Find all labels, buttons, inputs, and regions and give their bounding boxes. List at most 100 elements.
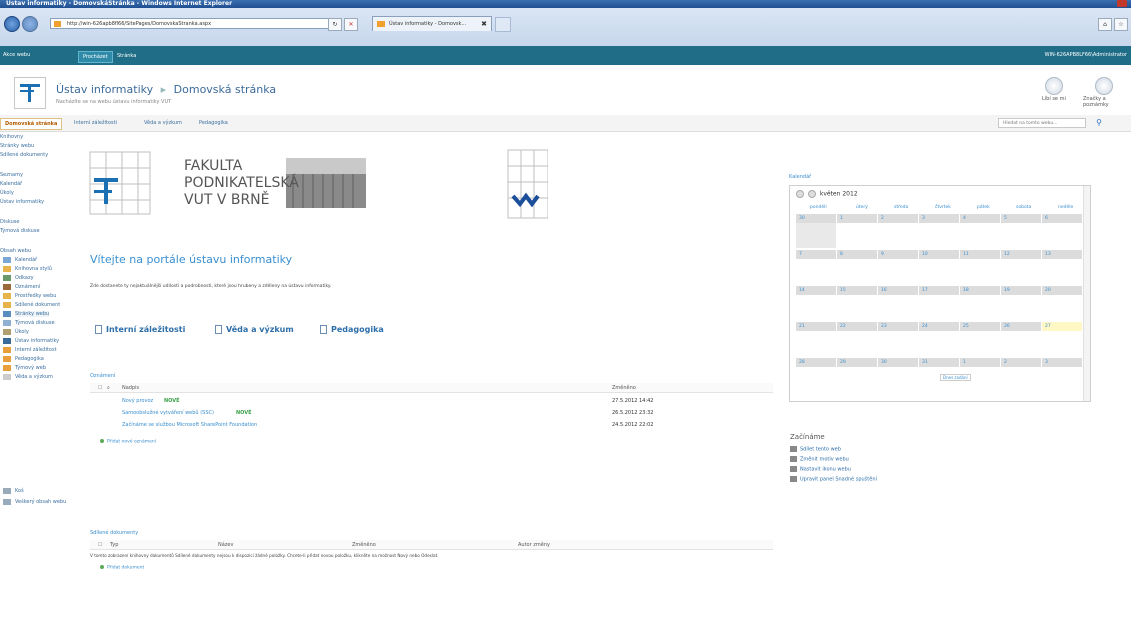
topnav-pedagogy[interactable]: Pedagogika [195, 118, 232, 128]
calendar-day[interactable]: 16 [878, 286, 918, 320]
nav-item[interactable]: Ústav informatiky [15, 338, 59, 344]
calendar-day-number[interactable]: 5 [1001, 214, 1041, 223]
calendar-day-number[interactable]: 22 [837, 322, 877, 331]
nav-item[interactable]: Sdílené dokumenty [0, 152, 48, 158]
calendar-day[interactable]: 9 [878, 250, 918, 284]
tags-notes-label[interactable]: Značky a poznámky [1083, 96, 1131, 108]
nav-item[interactable]: Úkoly [15, 329, 29, 335]
home-icon[interactable]: ⌂ [1098, 18, 1112, 31]
select-all-checkbox[interactable]: ☐ [98, 542, 102, 548]
tags-notes-icon[interactable] [1095, 77, 1113, 95]
search-icon[interactable]: ⚲ [1092, 117, 1106, 129]
calendar-day-body[interactable] [919, 259, 959, 284]
announcement-title[interactable]: Nový provoz [122, 398, 153, 404]
nav-item[interactable]: Sdílené dokument [15, 302, 60, 308]
col-modified[interactable]: Změněno [612, 385, 636, 391]
calendar-day[interactable]: 12 [1001, 250, 1041, 284]
select-all-checkbox[interactable]: ☐ [98, 385, 102, 391]
quicklink-pedagogy[interactable]: Pedagogika [320, 325, 384, 334]
calendar-day-number[interactable]: 30 [796, 214, 836, 223]
calendar-day[interactable]: 30 [796, 214, 836, 248]
calendar-day-number[interactable]: 3 [919, 214, 959, 223]
nav-item[interactable]: Interní záležitost [15, 347, 57, 353]
calendar-day-number[interactable]: 1 [960, 358, 1000, 367]
calendar-day-body[interactable] [878, 367, 918, 392]
search-input[interactable]: Hledat na tomto webu... [998, 118, 1086, 128]
nav-item[interactable]: Věda a výzkum [15, 374, 53, 380]
calendar-day-body[interactable] [1042, 223, 1082, 248]
next-month-button[interactable] [807, 190, 816, 198]
calendar-day[interactable]: 5 [1001, 214, 1041, 248]
calendar-day[interactable]: 27 [1042, 322, 1082, 356]
calendar-day-body[interactable] [796, 367, 836, 392]
calendar-day[interactable]: 2 [1001, 358, 1041, 392]
calendar-day[interactable]: 13 [1042, 250, 1082, 284]
calendar-day-number[interactable]: 16 [878, 286, 918, 295]
nav-heading-lists[interactable]: Seznamy [0, 172, 23, 178]
nav-item[interactable]: Prostředky webu [15, 293, 56, 299]
calendar-day-body[interactable] [1001, 259, 1041, 284]
calendar-day-body[interactable] [1001, 223, 1041, 248]
nav-recycle-bin[interactable]: Koš [15, 488, 24, 494]
nav-item[interactable]: Týmová diskuse [15, 320, 55, 326]
calendar-day-body[interactable] [796, 223, 836, 248]
like-label[interactable]: Líbí se mi [1042, 96, 1066, 102]
calendar-day-number[interactable]: 13 [1042, 250, 1082, 259]
calendar-day-body[interactable] [837, 259, 877, 284]
tab-browse[interactable]: Procházet [78, 51, 113, 63]
user-menu[interactable]: WIN-626APB8LF66\Administrator [1045, 52, 1127, 58]
browser-tab[interactable]: Ústav informatiky - Domovsk... ✖ [372, 16, 492, 31]
announcement-title[interactable]: Samoobslužné vytváření webů (SSC) [122, 410, 214, 416]
calendar-day[interactable]: 7 [796, 250, 836, 284]
calendar-day-body[interactable] [1001, 367, 1041, 392]
calendar-day-number[interactable]: 2 [878, 214, 918, 223]
nav-item[interactable]: Stránky webu [15, 311, 50, 317]
calendar-day-body[interactable] [878, 259, 918, 284]
calendar-day[interactable]: 29 [837, 358, 877, 392]
gs-change-theme[interactable]: Změnit motiv webu [790, 456, 849, 463]
calendar-day-number[interactable]: 2 [1001, 358, 1041, 367]
calendar-day[interactable]: 15 [837, 286, 877, 320]
calendar-day-body[interactable] [1042, 295, 1082, 320]
calendar-day[interactable]: 21 [796, 322, 836, 356]
topnav-internal[interactable]: Interní záležitosti [70, 118, 121, 128]
calendar-day[interactable]: 20 [1042, 286, 1082, 320]
calendar-day[interactable]: 22 [837, 322, 877, 356]
nav-item[interactable]: Kalendář [15, 257, 37, 263]
calendar-day-number[interactable]: 9 [878, 250, 918, 259]
calendar-day-number[interactable]: 20 [1042, 286, 1082, 295]
calendar-day-number[interactable]: 17 [919, 286, 959, 295]
nav-all-content[interactable]: Veškerý obsah webu [15, 499, 75, 505]
site-actions-menu[interactable]: Akce webu [3, 52, 30, 58]
calendar-day-number[interactable]: 15 [837, 286, 877, 295]
calendar-day[interactable]: 26 [1001, 322, 1041, 356]
calendar-scrollbar[interactable] [1083, 186, 1090, 401]
calendar-day-body[interactable] [1042, 367, 1082, 392]
calendar-day-body[interactable] [796, 295, 836, 320]
calendar-title[interactable]: Kalendář [789, 174, 811, 180]
calendar-day-number[interactable]: 6 [1042, 214, 1082, 223]
calendar-day-body[interactable] [1042, 259, 1082, 284]
calendar-day-number[interactable]: 14 [796, 286, 836, 295]
calendar-day[interactable]: 18 [960, 286, 1000, 320]
calendar-day-number[interactable]: 11 [960, 250, 1000, 259]
calendar-day-number[interactable]: 18 [960, 286, 1000, 295]
calendar-day-body[interactable] [960, 295, 1000, 320]
window-close-button[interactable] [1117, 0, 1127, 7]
calendar-day-number[interactable]: 19 [1001, 286, 1041, 295]
calendar-day[interactable]: 25 [960, 322, 1000, 356]
calendar-day-body[interactable] [960, 331, 1000, 356]
col-name[interactable]: Název [218, 542, 233, 548]
gs-set-icon[interactable]: Nastavit ikonu webu [790, 466, 851, 473]
calendar-day-number[interactable]: 23 [878, 322, 918, 331]
nav-item[interactable]: Oznámení [15, 284, 40, 290]
shared-docs-title[interactable]: Sdílené dokumenty [90, 530, 138, 536]
calendar-day-number[interactable]: 21 [796, 322, 836, 331]
calendar-day[interactable]: 4 [960, 214, 1000, 248]
calendar-day-body[interactable] [878, 331, 918, 356]
calendar-day[interactable]: 11 [960, 250, 1000, 284]
calendar-day-number[interactable]: 12 [1001, 250, 1041, 259]
calendar-day-body[interactable] [1001, 331, 1041, 356]
calendar-day-number[interactable]: 8 [837, 250, 877, 259]
announcements-title[interactable]: Oznámení [90, 373, 115, 379]
